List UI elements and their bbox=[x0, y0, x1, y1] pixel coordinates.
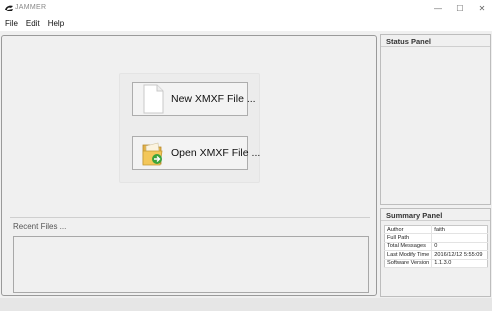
window-title: JAMMER bbox=[15, 4, 47, 11]
new-file-button-label: New XMXF File ... bbox=[171, 93, 256, 105]
table-row: Total Messages 0 bbox=[384, 242, 488, 252]
recent-divider bbox=[10, 217, 370, 218]
maximize-button[interactable]: ☐ bbox=[448, 0, 472, 17]
menu-help[interactable]: Help bbox=[44, 17, 68, 31]
menu-edit[interactable]: Edit bbox=[22, 17, 44, 31]
summary-value: 2016/12/12 5:55:09 bbox=[431, 250, 488, 260]
summary-panel: Summary Panel Author faith Full Path Tot… bbox=[380, 208, 491, 297]
menu-file[interactable]: File bbox=[0, 17, 22, 31]
summary-panel-title: Summary Panel bbox=[381, 209, 490, 221]
summary-key: Software Version bbox=[384, 259, 433, 268]
summary-value: 1.1.3.0 bbox=[431, 259, 488, 268]
content-area: New XMXF File ... Open XMXF File ... Rec… bbox=[0, 31, 492, 298]
close-button[interactable]: ✕ bbox=[470, 0, 492, 17]
recent-files-label: Recent Files ... bbox=[13, 222, 67, 231]
table-row: Software Version 1.1.3.0 bbox=[384, 259, 488, 268]
summary-value: 0 bbox=[431, 242, 488, 252]
table-row: Last Modify Time 2016/12/12 5:55:09 bbox=[384, 250, 488, 260]
blank-document-icon bbox=[143, 84, 164, 114]
status-panel-title: Status Panel bbox=[381, 35, 490, 47]
summary-key: Total Messages bbox=[384, 242, 433, 252]
new-file-button[interactable]: New XMXF File ... bbox=[132, 82, 256, 116]
main-panel: New XMXF File ... Open XMXF File ... Rec… bbox=[1, 35, 377, 296]
title-bar: JAMMER — ☐ ✕ bbox=[0, 0, 492, 17]
summary-value: faith bbox=[431, 225, 488, 235]
open-file-button-label: Open XMXF File ... bbox=[171, 147, 261, 159]
summary-value bbox=[431, 233, 488, 243]
folder-open-icon bbox=[142, 142, 163, 166]
minimize-button[interactable]: — bbox=[426, 0, 450, 17]
open-file-button[interactable]: Open XMXF File ... bbox=[132, 136, 260, 170]
maximize-icon: ☐ bbox=[456, 4, 464, 13]
table-row: Author faith bbox=[384, 225, 488, 235]
summary-key: Full Path bbox=[384, 233, 433, 243]
minimize-icon: — bbox=[434, 4, 442, 13]
close-icon: ✕ bbox=[478, 4, 486, 13]
summary-key: Last Modify Time bbox=[384, 250, 433, 260]
summary-table: Author faith Full Path Total Messages 0 … bbox=[384, 225, 488, 268]
window-bottom-edge bbox=[0, 298, 492, 311]
recent-files-list[interactable] bbox=[13, 236, 369, 293]
file-actions-area: New XMXF File ... Open XMXF File ... bbox=[119, 73, 260, 183]
summary-key: Author bbox=[384, 225, 433, 235]
table-row: Full Path bbox=[384, 233, 488, 243]
status-panel: Status Panel bbox=[380, 34, 491, 205]
app-logo-icon bbox=[5, 5, 13, 11]
menu-bar: File Edit Help bbox=[0, 17, 492, 31]
